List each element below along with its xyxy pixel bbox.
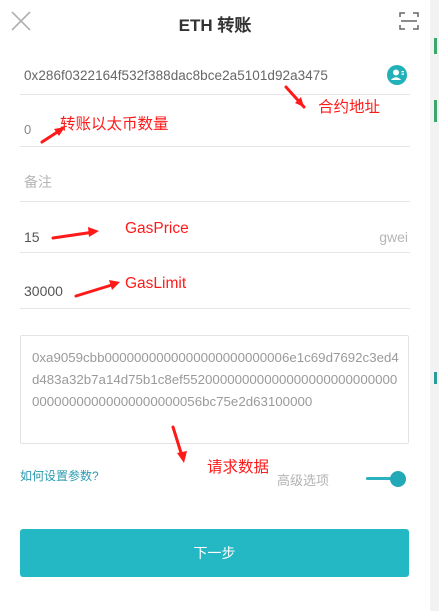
advanced-options-label: 高级选项 [277,473,330,488]
background-accent-mark [434,100,437,122]
background-accent-mark [434,38,437,54]
advanced-options-toggle[interactable] [366,469,410,489]
annotation-arrow-gas-limit [74,280,120,298]
annotation-amount: 转账以太币数量 [60,116,169,133]
annotation-request-data: 请求数据 [207,459,270,476]
background-window-edge [430,0,439,611]
transfer-screen: ETH 转账 0x286f0322164f532f388dac8bce2a510… [0,0,430,611]
annotation-gas-limit: GasLimit [125,275,187,292]
memo-placeholder: 备注 [24,174,52,190]
contract-address-value: 0x286f0322164f532f388dac8bce2a5101d92a34… [24,68,328,83]
annotation-arrow-address [284,85,306,109]
background-accent-mark [434,372,437,384]
next-button[interactable]: 下一步 [20,529,409,577]
gas-price-unit: gwei [379,229,408,245]
data-textarea[interactable]: 0xa9059cbb0000000000000000000000006e1c69… [20,335,409,444]
annotation-gas-price: GasPrice [125,220,189,237]
data-value: 0xa9059cbb0000000000000000000000006e1c69… [32,350,399,409]
gas-price-value: 15 [24,229,40,245]
annotation-arrow-gas-price [51,227,99,240]
annotation-arrow-data [171,425,187,463]
amount-value: 0 [24,122,32,137]
annotation-contract-address: 合约地址 [318,99,381,116]
page-title: ETH 转账 [178,16,252,35]
help-link[interactable]: 如何设置参数? [20,467,99,484]
memo-field[interactable]: 备注 [20,163,410,202]
contract-address-field[interactable]: 0x286f0322164f532f388dac8bce2a5101d92a34… [20,56,410,95]
scan-icon[interactable] [398,10,420,32]
gas-limit-value: 30000 [24,283,63,299]
contact-icon[interactable] [386,64,408,86]
toggle-knob [390,471,406,487]
